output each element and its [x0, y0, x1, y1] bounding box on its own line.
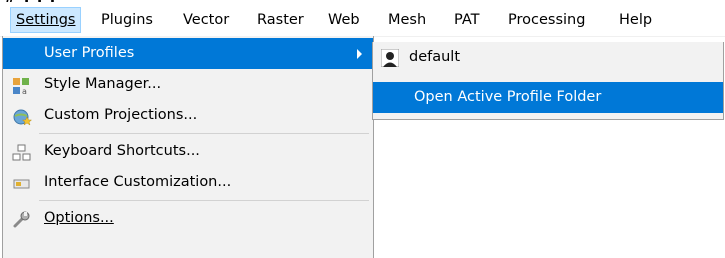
interface-customization-icon: [12, 174, 32, 192]
menu-processing[interactable]: Processing: [503, 8, 590, 32]
menu-separator: [39, 200, 369, 201]
menu-item-user-profiles[interactable]: User Profiles: [3, 38, 373, 69]
style-manager-icon: a: [12, 76, 32, 96]
menu-separator: [39, 133, 369, 134]
submenu-arrow-icon: [357, 49, 362, 59]
settings-dropdown: User Profiles a Style Manager... Custom …: [2, 36, 374, 258]
menu-item-label: Options...: [44, 203, 114, 234]
submenu-item-open-active-profile-folder[interactable]: Open Active Profile Folder: [373, 82, 723, 113]
menu-mesh[interactable]: Mesh: [383, 8, 431, 32]
keyboard-shortcuts-icon: [12, 143, 32, 161]
svg-text:a: a: [22, 87, 27, 95]
user-profiles-submenu: default Open Active Profile Folder: [372, 42, 724, 120]
menu-plugins[interactable]: Plugins: [96, 8, 158, 32]
menu-item-style-manager[interactable]: a Style Manager...: [3, 69, 373, 100]
menu-vector[interactable]: Vector: [178, 8, 234, 32]
menu-help-label: Help: [619, 12, 653, 28]
menu-item-custom-projections[interactable]: Custom Projections...: [3, 100, 373, 131]
menu-item-keyboard-shortcuts[interactable]: Keyboard Shortcuts...: [3, 136, 373, 167]
menu-pat-label: PAT: [454, 12, 480, 28]
options-label-text: Options...: [44, 210, 114, 226]
menu-item-options[interactable]: Options...: [3, 203, 373, 234]
menu-web[interactable]: Web: [323, 8, 365, 32]
menu-vector-label: Vector: [183, 12, 230, 28]
menu-settings[interactable]: Settings: [10, 7, 82, 33]
menu-item-interface-customization[interactable]: Interface Customization...: [3, 167, 373, 198]
user-profile-icon: [380, 48, 400, 68]
menu-raster[interactable]: Raster: [252, 8, 309, 32]
menubar: Settings Plugins Vector Raster Web Mesh …: [0, 4, 725, 37]
submenu-item-default-profile[interactable]: default: [373, 42, 723, 73]
menu-pat[interactable]: PAT: [449, 8, 484, 32]
menu-web-label: Web: [328, 12, 360, 28]
menu-plugins-label: Plugins: [101, 12, 153, 28]
menu-item-label: Custom Projections...: [44, 107, 198, 123]
menu-mesh-label: Mesh: [388, 12, 427, 28]
submenu-item-label: Open Active Profile Folder: [414, 89, 602, 105]
menu-raster-label: Raster: [257, 12, 304, 28]
menu-help[interactable]: Help: [614, 8, 657, 32]
menu-item-label: Interface Customization...: [44, 174, 232, 190]
menu-item-label: Style Manager...: [44, 76, 162, 92]
wrench-icon: [12, 210, 32, 228]
menu-item-label: Keyboard Shortcuts...: [44, 143, 200, 159]
menu-item-label: User Profiles: [44, 45, 135, 61]
globe-star-icon: [12, 107, 33, 126]
menu-settings-label: Settings: [16, 12, 76, 28]
submenu-item-label: default: [409, 49, 461, 65]
menu-processing-label: Processing: [508, 12, 586, 28]
